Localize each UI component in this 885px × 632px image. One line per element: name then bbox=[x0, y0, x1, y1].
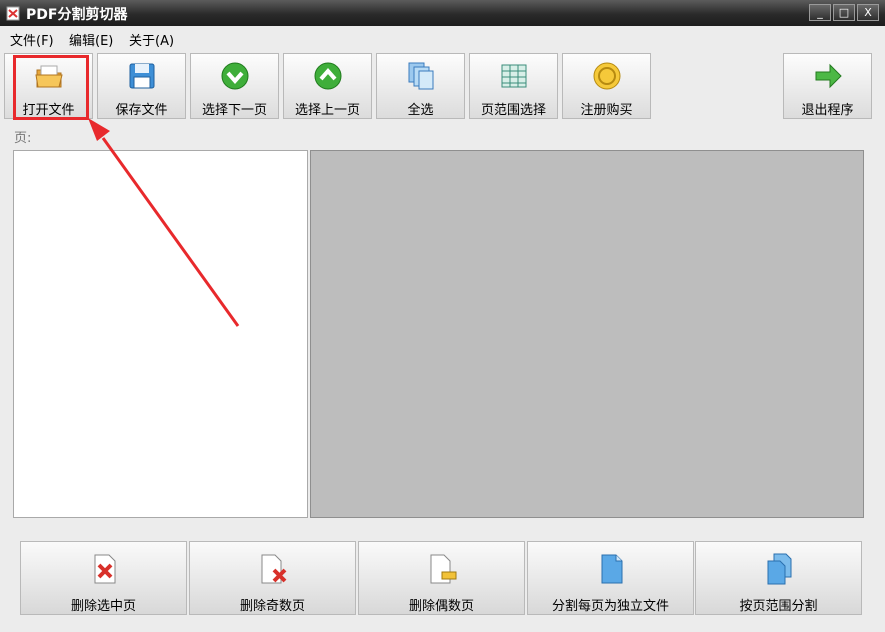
action-panel: 删除选中页 删除奇数页 删除偶数页 分割每页为独立文件 按页范围分割 bbox=[20, 541, 862, 615]
delete-selected-page-label: 删除选中页 bbox=[70, 599, 136, 614]
next-page-button[interactable]: 选择下一页 bbox=[190, 53, 279, 119]
exit-arrow-icon bbox=[815, 63, 842, 89]
split-by-range-label: 按页范围分割 bbox=[739, 599, 818, 614]
page-range-select-label: 页范围选择 bbox=[480, 103, 546, 118]
register-coin-icon bbox=[593, 62, 621, 90]
menu-about[interactable]: 关于(A) bbox=[129, 30, 174, 49]
delete-odd-pages-button[interactable]: 删除奇数页 bbox=[189, 541, 356, 615]
open-folder-icon bbox=[35, 65, 63, 88]
select-all-pages-icon bbox=[408, 62, 434, 90]
page-range-select-button[interactable]: 页范围选择 bbox=[469, 53, 558, 119]
delete-odd-pages-label: 删除奇数页 bbox=[239, 599, 305, 614]
app-icon bbox=[6, 6, 20, 21]
menu-bar: 文件(F) 编辑(E) 关于(A) bbox=[0, 26, 885, 50]
split-each-page-button[interactable]: 分割每页为独立文件 bbox=[527, 541, 694, 615]
page-range-icon bbox=[501, 64, 527, 88]
down-arrow-circle-icon bbox=[221, 62, 249, 90]
register-buy-label: 注册购买 bbox=[580, 103, 633, 118]
menu-edit[interactable]: 编辑(E) bbox=[69, 30, 113, 49]
save-file-button[interactable]: 保存文件 bbox=[97, 53, 186, 119]
split-each-page-icon bbox=[601, 554, 623, 584]
split-by-range-button[interactable]: 按页范围分割 bbox=[695, 541, 862, 615]
title-bar: PDF分割剪切器 _ □ X bbox=[0, 0, 885, 26]
delete-selected-page-button[interactable]: 删除选中页 bbox=[20, 541, 187, 615]
open-file-button[interactable]: 打开文件 bbox=[4, 53, 93, 119]
split-each-page-label: 分割每页为独立文件 bbox=[551, 599, 669, 614]
next-page-label: 选择下一页 bbox=[201, 103, 267, 118]
delete-even-pages-button[interactable]: 删除偶数页 bbox=[358, 541, 525, 615]
minimize-button[interactable]: _ bbox=[809, 4, 831, 21]
save-disk-icon bbox=[129, 63, 155, 89]
register-buy-button[interactable]: 注册购买 bbox=[562, 53, 651, 119]
close-button[interactable]: X bbox=[857, 4, 879, 21]
prev-page-label: 选择上一页 bbox=[294, 103, 360, 118]
menu-file[interactable]: 文件(F) bbox=[10, 30, 54, 49]
page-preview bbox=[310, 150, 864, 518]
select-all-button[interactable]: 全选 bbox=[376, 53, 465, 119]
page-label: 页: bbox=[14, 131, 32, 146]
split-by-range-icon bbox=[767, 553, 792, 585]
delete-even-pages-label: 删除偶数页 bbox=[408, 599, 474, 614]
exit-button[interactable]: 退出程序 bbox=[783, 53, 872, 119]
window-title: PDF分割剪切器 bbox=[26, 7, 128, 23]
select-all-label: 全选 bbox=[407, 103, 434, 118]
prev-page-button[interactable]: 选择上一页 bbox=[283, 53, 372, 119]
page-list[interactable] bbox=[13, 150, 308, 518]
up-arrow-circle-icon bbox=[314, 62, 342, 90]
delete-selected-page-icon bbox=[94, 554, 116, 584]
delete-odd-pages-icon bbox=[261, 554, 287, 584]
exit-label: 退出程序 bbox=[801, 103, 854, 118]
open-file-label: 打开文件 bbox=[22, 103, 75, 118]
maximize-button[interactable]: □ bbox=[833, 4, 855, 21]
delete-even-pages-icon bbox=[430, 554, 457, 584]
save-file-label: 保存文件 bbox=[115, 103, 168, 118]
